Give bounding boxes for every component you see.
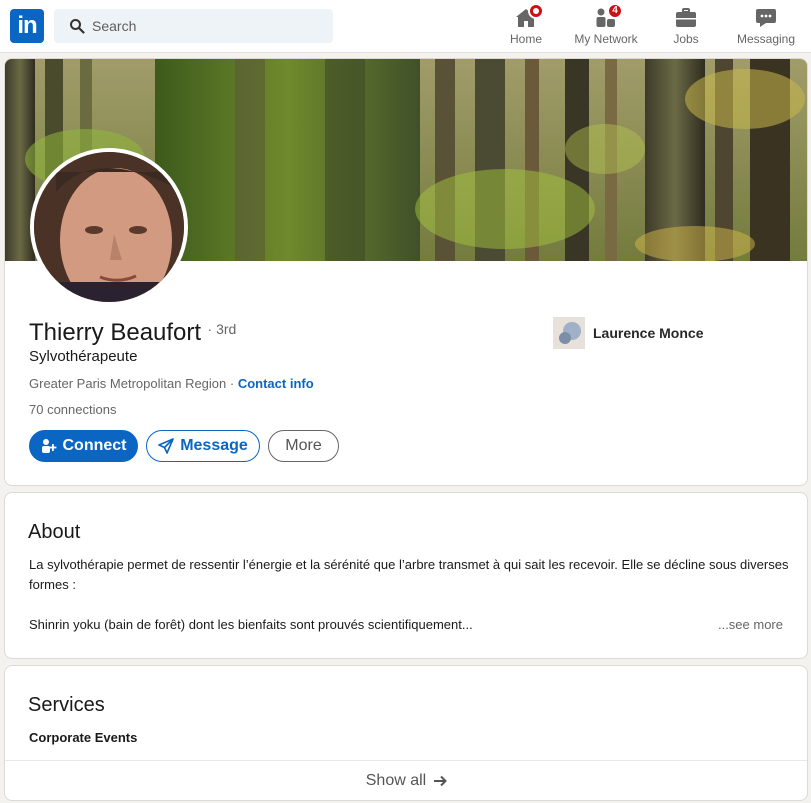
search-input[interactable]	[92, 9, 322, 43]
profile-headline: Sylvothérapeute	[29, 348, 138, 365]
connections-count[interactable]: 70 connections	[29, 402, 116, 417]
services-card: Services Corporate Events Show all	[4, 665, 808, 801]
nav-messaging[interactable]: Messaging	[730, 0, 802, 52]
about-paragraph-2: Shinrin yoku (bain de forêt) dont les bi…	[29, 617, 473, 632]
send-icon	[158, 438, 175, 454]
connect-label: Connect	[62, 437, 127, 454]
profile-location: Greater Paris Metropolitan Region ·	[29, 376, 235, 391]
more-label: More	[285, 437, 322, 454]
about-title: About	[28, 521, 81, 543]
contact-info-link[interactable]: Contact info	[238, 376, 314, 391]
nav-my-network-label: My Network	[574, 32, 638, 46]
chat-icon	[756, 9, 776, 27]
about-paragraph-1: La sylvothérapie permet de ressentir l’é…	[29, 557, 789, 592]
search-box[interactable]	[54, 9, 333, 43]
avatar-photo	[34, 152, 184, 302]
nav-jobs[interactable]: Jobs	[660, 0, 712, 52]
services-title: Services	[28, 694, 105, 716]
about-card: About La sylvothérapie permet de ressent…	[4, 492, 808, 659]
show-all-label: Show all	[365, 772, 427, 789]
service-item: Corporate Events	[29, 730, 138, 745]
more-button[interactable]: More	[268, 430, 339, 462]
add-person-icon	[41, 439, 56, 453]
company-name: Laurence Monce	[593, 325, 704, 341]
profile-avatar[interactable]	[30, 148, 188, 306]
network-badge: 4	[607, 3, 623, 19]
linkedin-logo[interactable]: in	[10, 9, 44, 43]
company-logo	[553, 317, 585, 349]
message-button[interactable]: Message	[146, 430, 260, 462]
nav-home-label: Home	[509, 32, 542, 46]
current-company[interactable]: Laurence Monce	[553, 317, 703, 349]
show-all-button[interactable]: Show all	[5, 761, 807, 800]
nav-messaging-label: Messaging	[736, 32, 796, 46]
nav-my-network[interactable]: 4 My Network	[568, 0, 644, 52]
message-label: Message	[180, 437, 248, 454]
arrow-right-icon	[434, 775, 448, 787]
nav-jobs-label: Jobs	[673, 32, 699, 46]
nav-home[interactable]: Home	[502, 0, 550, 52]
briefcase-icon	[676, 8, 696, 27]
connect-button[interactable]: Connect	[29, 430, 138, 462]
profile-name-row: Thierry Beaufort · 3rd	[29, 319, 236, 347]
profile-card: Thierry Beaufort · 3rd Sylvothérapeute G…	[4, 58, 808, 486]
top-nav-bar: in Home 4 My Network Jobs	[0, 0, 811, 53]
search-icon	[70, 19, 85, 34]
location-row: Greater Paris Metropolitan Region · Cont…	[29, 376, 314, 391]
see-more-link[interactable]: ...see more	[718, 615, 783, 635]
profile-name: Thierry Beaufort	[29, 319, 202, 346]
connection-degree: · 3rd	[207, 321, 237, 337]
home-badge-dot	[528, 3, 544, 19]
